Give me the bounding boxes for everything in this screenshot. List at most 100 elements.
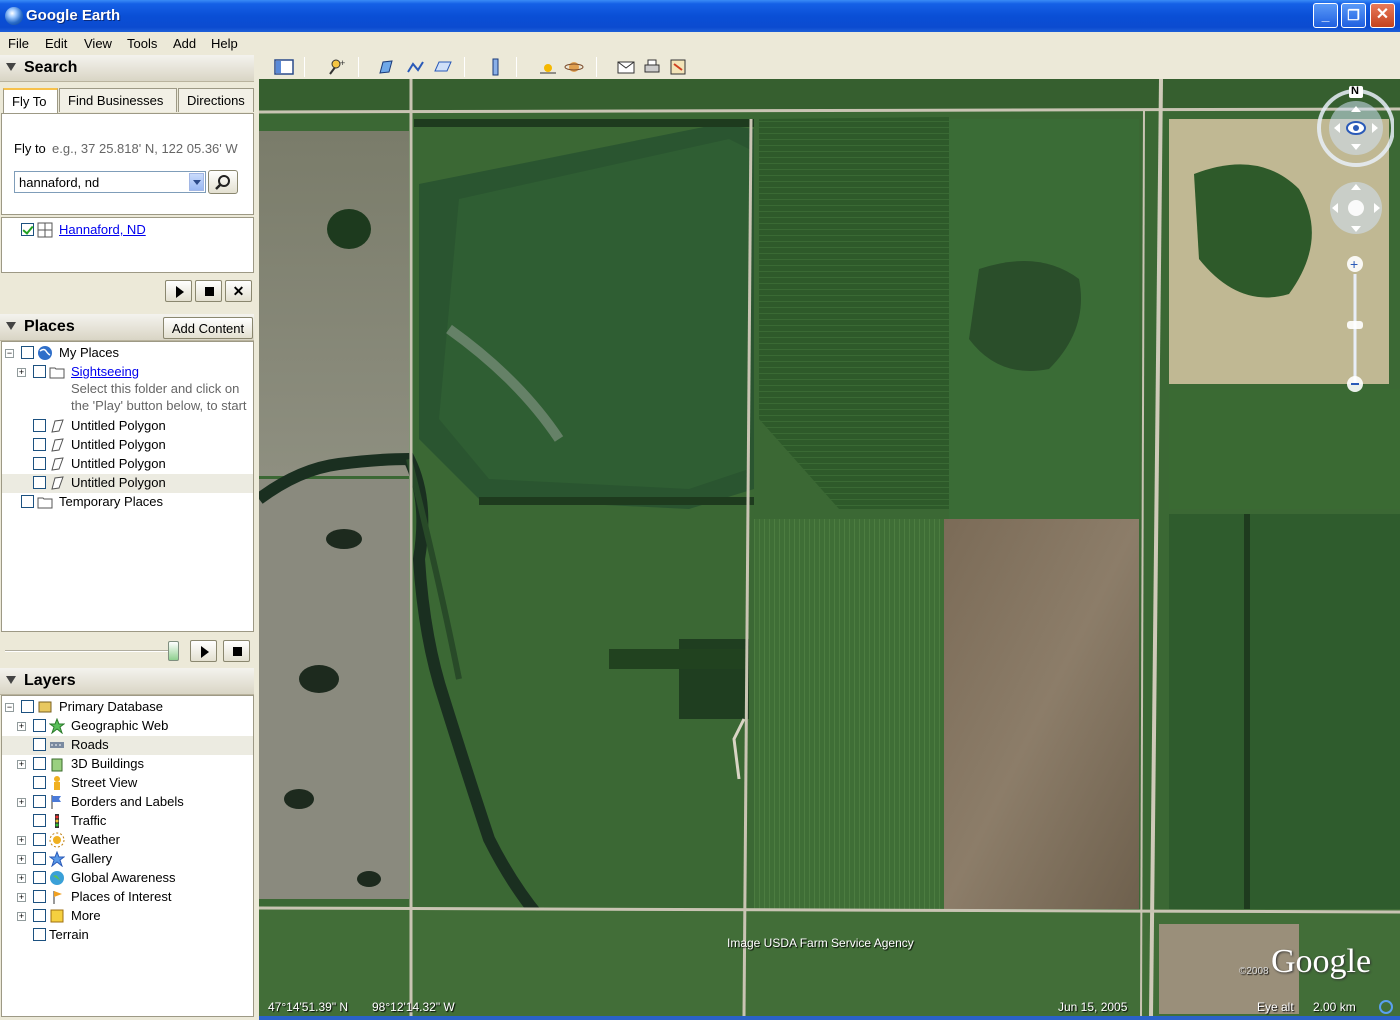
expand-icon[interactable]: + (17, 798, 26, 807)
add-placemark-icon[interactable]: + (326, 58, 346, 76)
checkbox[interactable] (33, 476, 46, 489)
layer-item[interactable]: +3D Buildings (2, 755, 253, 774)
svg-text:+: + (1350, 256, 1358, 272)
email-icon[interactable] (616, 58, 636, 76)
tree-item-polygon[interactable]: Untitled Polygon (2, 417, 252, 436)
tree-label: Temporary Places (59, 494, 164, 509)
checkbox[interactable] (33, 457, 46, 470)
layer-item[interactable]: Roads (2, 736, 253, 755)
expand-icon[interactable]: + (17, 874, 26, 883)
sidebar-toggle-icon[interactable] (274, 58, 294, 76)
layer-checkbox[interactable] (33, 909, 46, 922)
clear-results-button[interactable]: ✕ (225, 280, 252, 302)
tour-stop-button[interactable] (195, 280, 222, 302)
expand-icon[interactable]: + (17, 855, 26, 864)
layer-item[interactable]: + Borders and Labels (2, 793, 253, 812)
layer-item[interactable]: + Global Awareness (2, 869, 253, 888)
layer-checkbox[interactable] (33, 795, 46, 808)
expand-icon[interactable]: + (17, 912, 26, 921)
latitude-readout: 47°14'51.39" N (268, 1000, 349, 1014)
layer-item[interactable]: Terrain (2, 926, 253, 945)
layers-panel-header[interactable]: Layers (0, 668, 254, 695)
menu-view[interactable]: View (84, 36, 112, 51)
expand-icon[interactable]: + (17, 893, 26, 902)
folder-icon (49, 367, 65, 379)
tour-play-button[interactable] (165, 280, 192, 302)
layer-item[interactable]: − Primary Database (2, 698, 253, 717)
tree-label[interactable]: Sightseeing (71, 364, 139, 379)
close-button[interactable]: ✕ (1370, 3, 1395, 28)
tree-item-sightseeing[interactable]: + Sightseeing (2, 363, 252, 382)
add-path-icon[interactable] (406, 58, 426, 76)
layer-item[interactable]: Street View (2, 774, 253, 793)
view-in-maps-icon[interactable] (668, 58, 688, 76)
tour-slider-thumb[interactable] (168, 641, 179, 661)
menu-add[interactable]: Add (173, 36, 196, 51)
checkbox[interactable] (21, 346, 34, 359)
expand-icon[interactable]: + (17, 836, 26, 845)
collapse-icon[interactable]: − (5, 703, 14, 712)
menu-help[interactable]: Help (211, 36, 238, 51)
layer-checkbox[interactable] (33, 757, 46, 770)
checkbox[interactable] (21, 495, 34, 508)
layer-item[interactable]: + Places of Interest (2, 888, 253, 907)
result-checkbox[interactable] (21, 223, 34, 236)
print-icon[interactable] (642, 58, 662, 76)
layer-item[interactable]: + More (2, 907, 253, 926)
layer-checkbox[interactable] (21, 700, 34, 713)
places-stop-button[interactable] (223, 640, 250, 662)
search-results: Hannaford, ND (1, 217, 254, 273)
tree-item-polygon[interactable]: Untitled Polygon (2, 436, 252, 455)
tab-directions[interactable]: Directions (178, 88, 254, 112)
result-link[interactable]: Hannaford, ND (59, 222, 146, 237)
add-content-button[interactable]: Add Content (163, 317, 253, 339)
checkbox[interactable] (33, 419, 46, 432)
checkbox[interactable] (33, 365, 46, 378)
layer-item[interactable]: Traffic (2, 812, 253, 831)
layer-label: Global Awareness (71, 870, 176, 885)
tab-find-businesses[interactable]: Find Businesses (59, 88, 177, 112)
layer-checkbox[interactable] (33, 719, 46, 732)
tree-item-polygon-selected[interactable]: Untitled Polygon (2, 474, 253, 493)
result-row[interactable]: Hannaford, ND (2, 221, 252, 240)
sunlight-icon[interactable] (538, 58, 558, 76)
checkbox[interactable] (33, 438, 46, 451)
menu-file[interactable]: File (8, 36, 29, 51)
add-polygon-icon[interactable] (378, 58, 398, 76)
expand-icon[interactable]: + (17, 760, 26, 769)
layer-item[interactable]: + Gallery (2, 850, 253, 869)
layer-checkbox[interactable] (33, 776, 46, 789)
places-play-button[interactable] (190, 640, 217, 662)
menu-tools[interactable]: Tools (127, 36, 157, 51)
zoom-thumb (1347, 321, 1363, 329)
tour-slider-track[interactable] (5, 650, 177, 652)
tree-item-my-places[interactable]: − My Places (2, 344, 252, 363)
tree-item-polygon[interactable]: Untitled Polygon (2, 455, 252, 474)
layer-checkbox[interactable] (33, 814, 46, 827)
layer-item[interactable]: + Weather (2, 831, 253, 850)
add-image-overlay-icon[interactable] (433, 58, 453, 76)
maximize-button[interactable]: ❐ (1341, 3, 1366, 28)
layer-checkbox[interactable] (33, 852, 46, 865)
layer-checkbox[interactable] (33, 738, 46, 751)
tree-label: Untitled Polygon (71, 475, 166, 490)
layer-checkbox[interactable] (33, 928, 46, 941)
navigation-controls[interactable]: + (1314, 84, 1394, 394)
layer-checkbox[interactable] (33, 833, 46, 846)
dropdown-arrow-icon[interactable] (189, 173, 204, 191)
search-panel-header[interactable]: Search (0, 55, 254, 82)
menu-edit[interactable]: Edit (45, 36, 67, 51)
search-input[interactable]: hannaford, nd (14, 171, 206, 193)
search-button[interactable] (208, 170, 238, 194)
ruler-icon[interactable] (486, 58, 506, 76)
map-view[interactable]: + N Image USDA Farm Service Agency ©2008… (259, 79, 1400, 1016)
tree-item-temporary-places[interactable]: Temporary Places (2, 493, 252, 512)
minimize-button[interactable]: _ (1313, 3, 1338, 28)
star2-icon (49, 851, 65, 867)
expand-icon[interactable]: + (17, 722, 26, 731)
planet-icon[interactable] (564, 58, 584, 76)
tab-fly-to[interactable]: Fly To (3, 88, 58, 113)
layer-checkbox[interactable] (33, 890, 46, 903)
layer-item[interactable]: + Geographic Web (2, 717, 253, 736)
layer-checkbox[interactable] (33, 871, 46, 884)
